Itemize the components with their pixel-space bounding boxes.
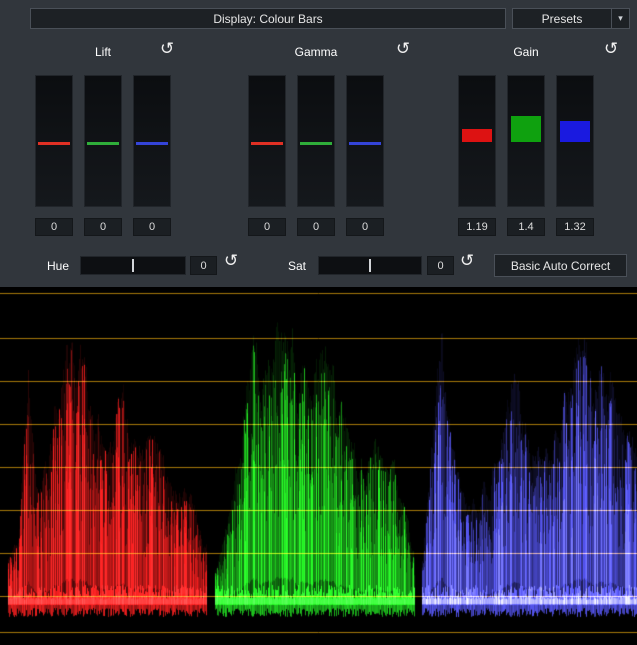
rgb-waveform-scope (0, 287, 637, 645)
gain-green-slider[interactable] (507, 75, 545, 207)
gain-green-value: 1.4 (507, 218, 545, 236)
sat-reset-icon[interactable]: ↺ (460, 253, 474, 270)
gain-values: 1.19 1.4 1.32 (458, 218, 594, 236)
lift-label: Lift (35, 45, 171, 59)
lift-blue-handle[interactable] (136, 142, 168, 145)
lift-green-slider[interactable] (84, 75, 122, 207)
sat-slider[interactable] (318, 256, 422, 275)
lift-red-value: 0 (35, 218, 73, 236)
sat-label: Sat (288, 259, 306, 273)
gamma-blue-value: 0 (346, 218, 384, 236)
sat-value: 0 (427, 256, 454, 275)
gain-reset-icon[interactable]: ↺ (604, 41, 618, 58)
gamma-green-slider[interactable] (297, 75, 335, 207)
gain-label: Gain (458, 45, 594, 59)
gamma-red-handle[interactable] (251, 142, 283, 145)
gamma-red-slider[interactable] (248, 75, 286, 207)
lift-blue-value: 0 (133, 218, 171, 236)
colour-correction-panel: Display: Colour Bars Presets ▾ Lift ↺ 0 … (0, 0, 637, 287)
gamma-group: Gamma ↺ 0 0 0 (248, 0, 384, 240)
gamma-label: Gamma (248, 45, 384, 59)
basic-auto-correct-button[interactable]: Basic Auto Correct (494, 254, 627, 277)
gamma-sliders (248, 75, 384, 207)
sat-slider-handle[interactable] (369, 259, 371, 272)
lift-green-handle[interactable] (87, 142, 119, 145)
hue-value: 0 (190, 256, 217, 275)
gamma-red-value: 0 (248, 218, 286, 236)
lift-sliders (35, 75, 171, 207)
hue-reset-icon[interactable]: ↺ (224, 253, 238, 270)
gain-blue-handle[interactable] (560, 121, 590, 142)
gamma-green-value: 0 (297, 218, 335, 236)
lift-red-handle[interactable] (38, 142, 70, 145)
gain-blue-value: 1.32 (556, 218, 594, 236)
gain-red-value: 1.19 (458, 218, 496, 236)
gain-red-handle[interactable] (462, 129, 492, 142)
gamma-green-handle[interactable] (300, 142, 332, 145)
gain-blue-slider[interactable] (556, 75, 594, 207)
gamma-values: 0 0 0 (248, 218, 384, 236)
hue-label: Hue (47, 259, 69, 273)
gamma-blue-handle[interactable] (349, 142, 381, 145)
lift-red-slider[interactable] (35, 75, 73, 207)
gain-red-slider[interactable] (458, 75, 496, 207)
gain-sliders (458, 75, 594, 207)
lift-values: 0 0 0 (35, 218, 171, 236)
lift-group: Lift ↺ 0 0 0 (35, 0, 171, 240)
gamma-blue-slider[interactable] (346, 75, 384, 207)
chevron-down-icon: ▾ (612, 13, 629, 24)
lift-green-value: 0 (84, 218, 122, 236)
lift-blue-slider[interactable] (133, 75, 171, 207)
gain-green-handle[interactable] (511, 116, 541, 142)
gamma-reset-icon[interactable]: ↺ (396, 41, 410, 58)
hue-slider[interactable] (80, 256, 186, 275)
lift-reset-icon[interactable]: ↺ (160, 41, 174, 58)
gain-group: Gain ↺ 1.19 1.4 1.32 (458, 0, 594, 240)
hue-slider-handle[interactable] (132, 259, 134, 272)
